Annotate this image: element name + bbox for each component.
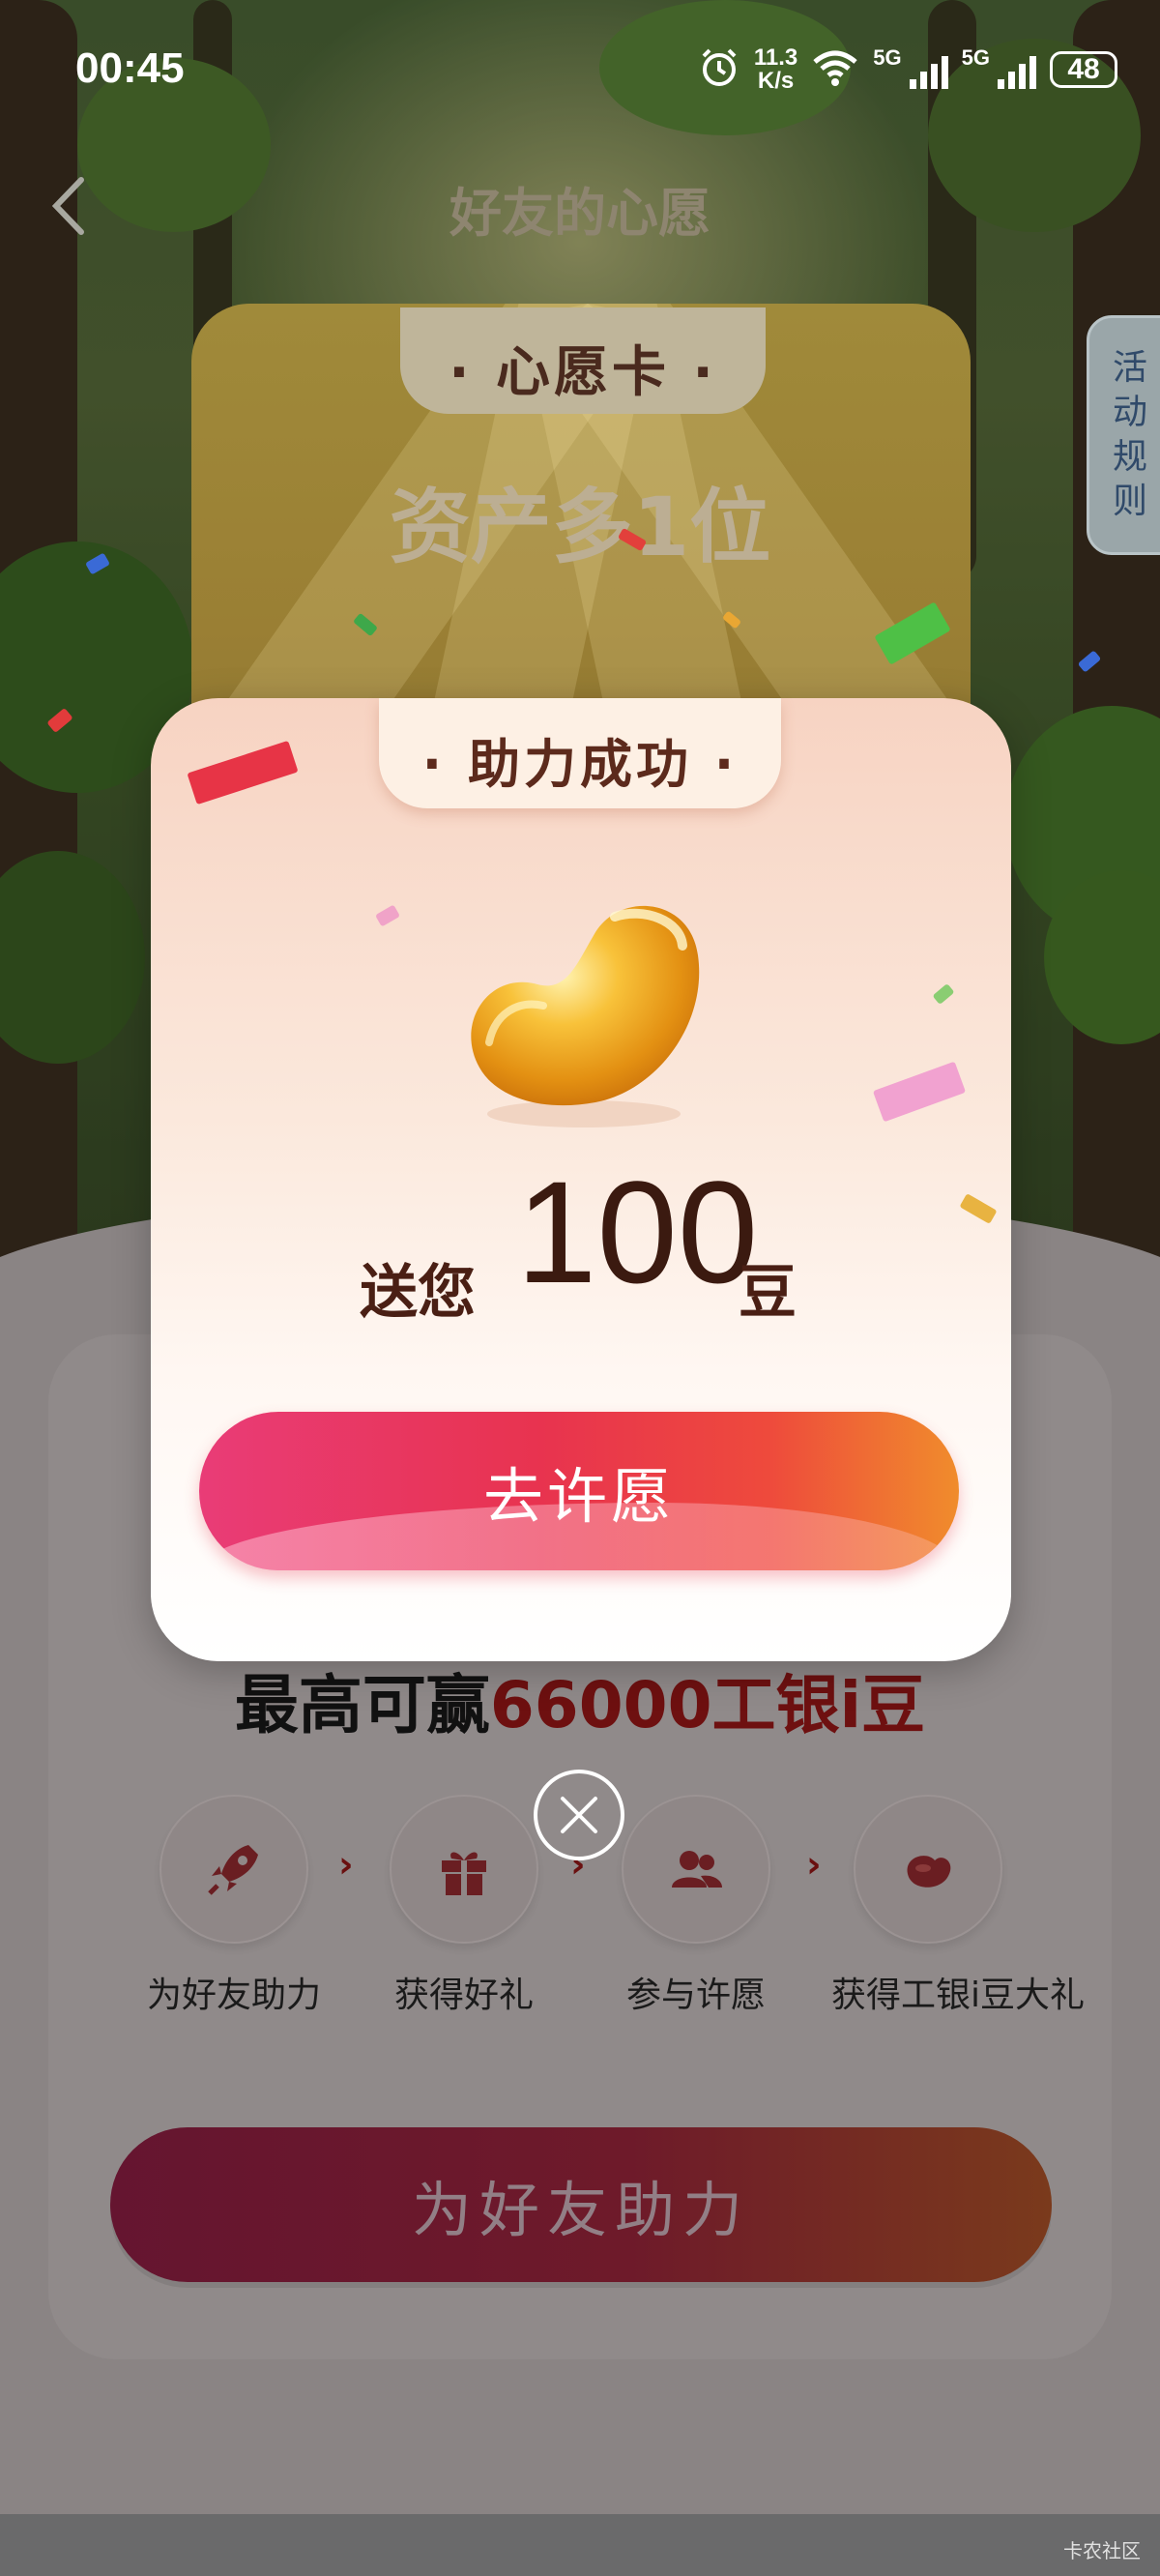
step-make-wish: 参与许愿	[599, 1795, 793, 2017]
back-button[interactable]	[46, 172, 95, 240]
people-icon	[622, 1795, 770, 1944]
step-label: 获得工银i豆大礼	[831, 1976, 1086, 2015]
rocket-icon	[160, 1795, 308, 1944]
rules-tab-char: 规	[1112, 437, 1147, 477]
reward-amount: 100	[516, 1151, 759, 1313]
network-type-2: 5G	[961, 45, 990, 70]
reward-prefix: 送您	[360, 1259, 476, 1327]
wish-card-title: · 心愿卡 ·	[449, 341, 717, 404]
step-help-friend: 为好友助力	[137, 1795, 331, 2017]
signal-icon	[998, 50, 1036, 89]
help-friend-button[interactable]: 为好友助力	[110, 2127, 1052, 2282]
rules-tab-char: 动	[1112, 393, 1147, 432]
status-icons: 11.3 K/s 5G 5G 48	[698, 43, 1117, 97]
confetti	[374, 904, 401, 927]
network-type-1: 5G	[873, 45, 902, 70]
activity-rules-tab[interactable]: 活 动 规 则	[1087, 315, 1160, 555]
page-title: 好友的心愿	[450, 183, 710, 244]
alarm-icon	[698, 46, 740, 94]
step-label: 获得好礼	[393, 1976, 534, 2015]
max-reward-text: 最高可赢66000工银i豆	[234, 1668, 926, 1742]
gift-icon	[390, 1795, 538, 1944]
go-wish-button[interactable]: 去许愿	[199, 1412, 959, 1570]
status-time: 00:45	[75, 44, 185, 92]
step-label: 参与许愿	[625, 1976, 766, 2015]
reward-unit: 豆	[739, 1259, 797, 1327]
wifi-icon	[811, 48, 859, 92]
wish-card-subtitle: 资产多1位	[389, 480, 771, 574]
signal-icon	[909, 50, 948, 89]
chevron-left-icon	[51, 177, 84, 235]
confetti	[187, 740, 299, 805]
step-get-beans: 获得工银i豆大礼	[831, 1795, 1086, 2017]
go-wish-button-label: 去许愿	[482, 1461, 675, 1532]
gold-bean-icon	[450, 878, 711, 1139]
watermark: 卡农社区	[1063, 2539, 1141, 2562]
bottom-bar	[0, 2514, 1160, 2576]
chevron-right-icon: ›	[806, 1843, 822, 1886]
chevron-right-icon: ›	[338, 1843, 354, 1886]
bean-icon	[854, 1795, 1002, 1944]
help-friend-button-label: 为好友助力	[411, 2175, 750, 2245]
step-label: 为好友助力	[146, 1976, 321, 2015]
close-icon	[561, 1797, 597, 1833]
confetti	[932, 982, 955, 1006]
reward-text: 送您 100 豆	[151, 1151, 1011, 1334]
step-get-gift: 获得好礼	[367, 1795, 561, 2017]
network-speed: 11.3 K/s	[753, 44, 798, 94]
battery-icon: 48	[1050, 51, 1117, 88]
close-modal-button[interactable]	[534, 1770, 624, 1860]
rules-tab-char: 则	[1112, 482, 1147, 521]
rules-tab-char: 活	[1112, 348, 1147, 388]
confetti	[872, 1061, 967, 1123]
modal-title: · 助力成功 ·	[421, 734, 739, 795]
